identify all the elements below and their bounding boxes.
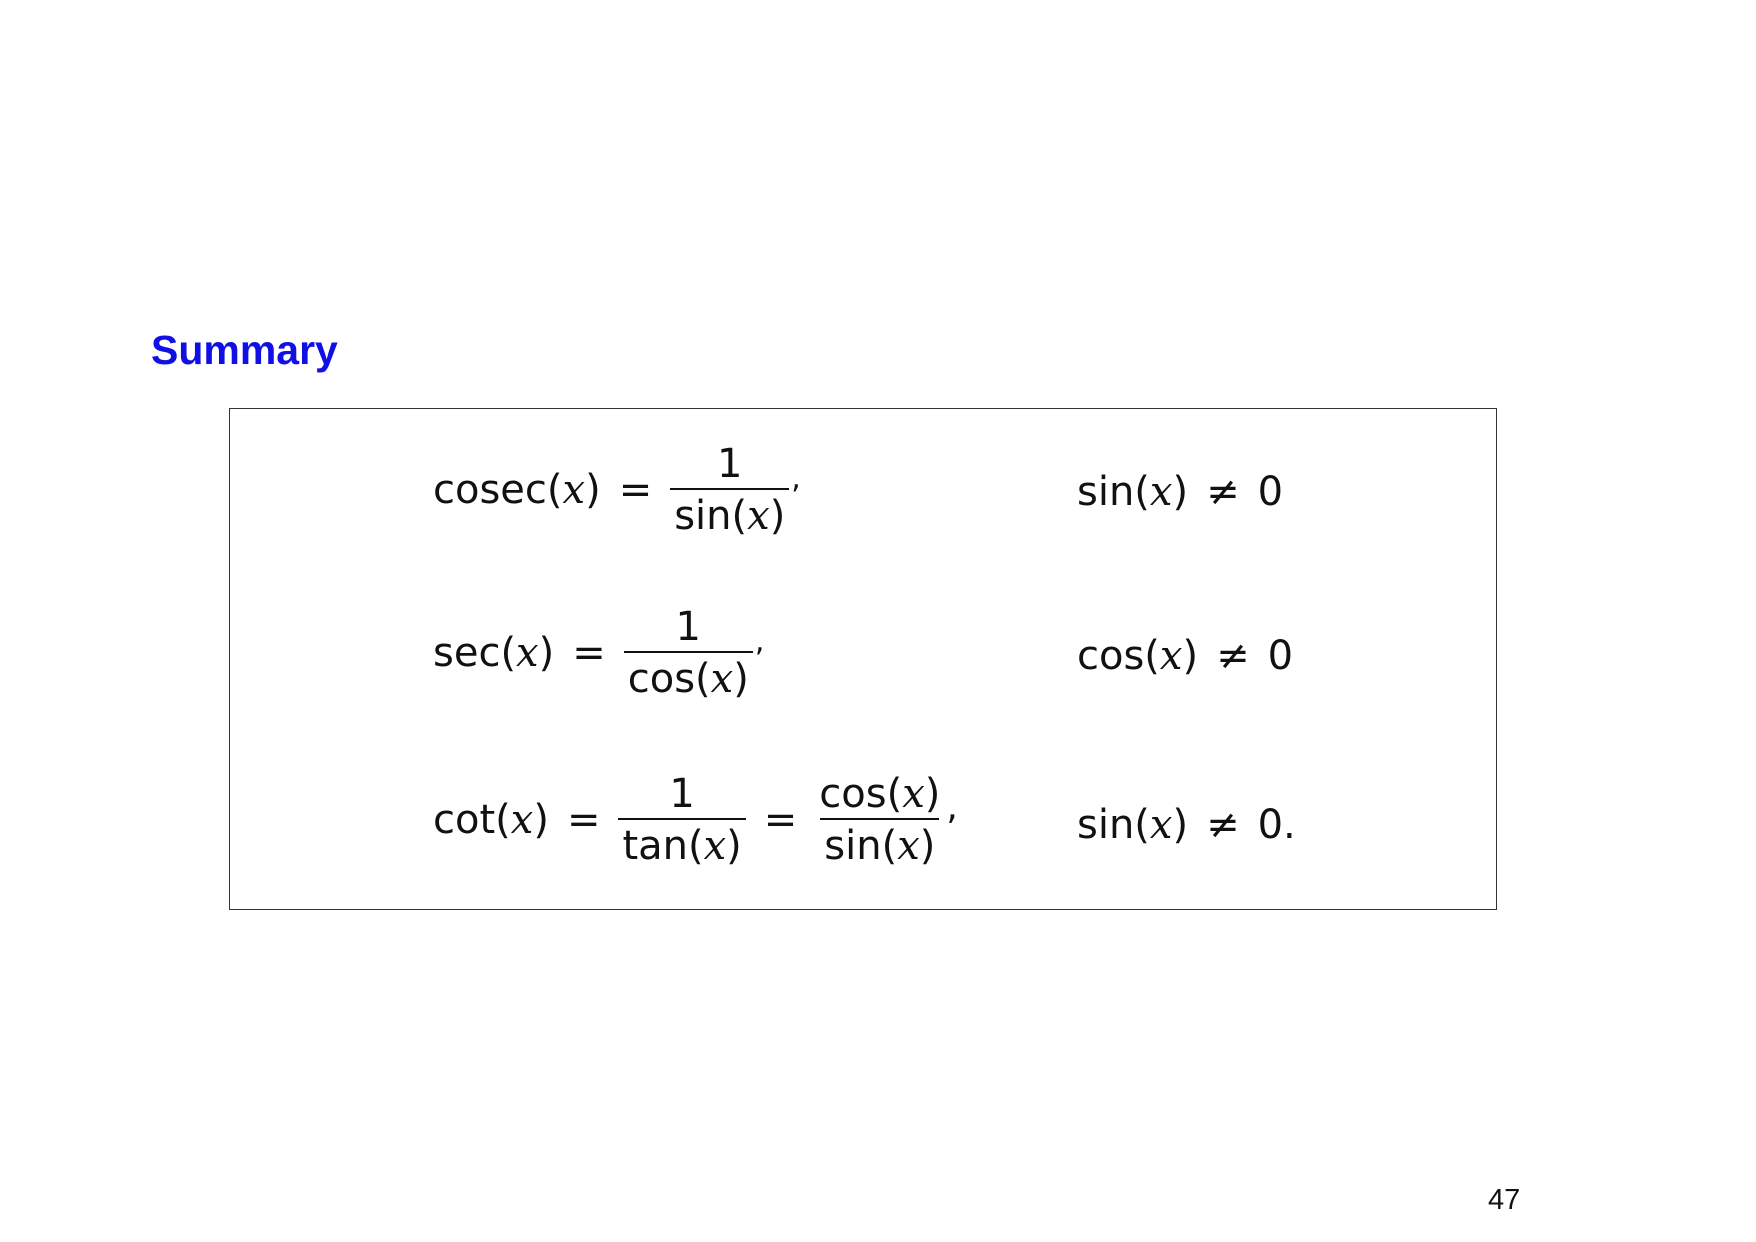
cot-condition: sin(x) ≠ 0. [1077,802,1296,848]
cosec-fraction: 1 sin(x) [670,441,790,538]
fraction-numerator: 1 [669,771,695,817]
cosec-condition: sin(x) ≠ 0 [1077,469,1284,515]
slide-title: Summary [151,327,338,373]
sec-condition: cos(x) ≠ 0 [1077,633,1294,679]
comma: , [946,787,958,828]
equals-sign: = [618,467,653,513]
sec-lhs: sec(x) [433,630,555,676]
comma: , [791,461,801,496]
equals-sign: = [566,797,601,843]
cosec-formula: cosec(x) = 1 sin(x) , [433,442,801,538]
comma: , [754,624,765,659]
cot-ratio-fraction: cos(x) sin(x) [815,772,944,868]
fraction-numerator: 1 [675,604,701,650]
cot-fraction: 1 tan(x) [618,771,746,868]
fraction-denominator: sin(x) [670,488,790,538]
sec-fraction: 1 cos(x) [623,604,753,701]
equals-sign: = [572,630,606,676]
fraction-denominator: tan(x) [618,818,746,868]
equals-sign: = [763,797,798,843]
cot-formula: cot(x) = 1 tan(x) = cos(x) sin(x) , [433,772,958,868]
cot-lhs: cot(x) [433,797,549,843]
fraction-numerator: 1 [717,441,743,487]
page-number: 47 [1488,1184,1521,1216]
fraction-denominator: sin(x) [820,818,940,868]
sec-formula: sec(x) = 1 cos(x) , [433,605,764,701]
fraction-denominator: cos(x) [623,651,753,701]
cosec-lhs: cosec(x) [433,467,601,513]
fraction-numerator: cos(x) [819,771,941,817]
